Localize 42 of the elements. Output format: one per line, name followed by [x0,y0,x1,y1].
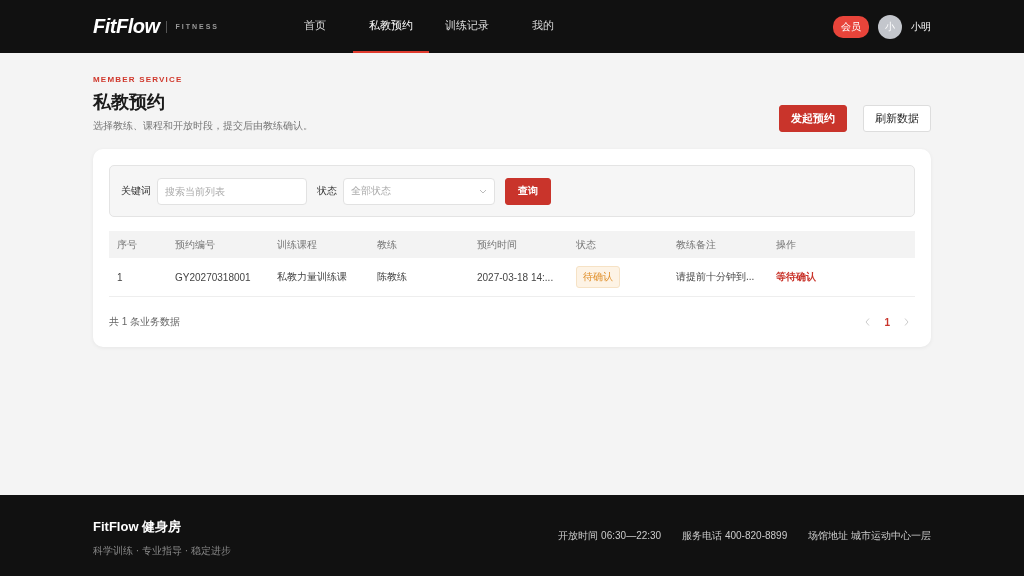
field-label: 状态 [317,184,337,198]
column-header: 状态 [575,237,596,252]
table-cell-text: 陈教练 [376,270,407,284]
query-button[interactable]: 查询 [505,177,551,205]
eyebrow-label: MEMBER SERVICE [93,75,184,84]
status-tag: 待确认 [576,266,620,288]
page-number[interactable]: 1 [884,316,890,328]
column-header: 训练课程 [276,237,317,252]
action-link[interactable]: 等待确认 [768,270,816,284]
chevron-right-icon[interactable] [904,318,909,326]
username[interactable]: 小明 [911,19,931,34]
column-header: 操作 [775,237,796,252]
refresh-button[interactable]: 刷新数据 [863,105,931,132]
nav-tab[interactable]: 训练记录 [429,0,506,53]
page-title: 私教预约 [93,91,166,114]
footer-tagline: 科学训练 · 专业指导 · 稳定进步 [93,543,231,558]
column-header: 教练备注 [675,237,716,252]
column-header: 预约时间 [476,237,517,252]
logo[interactable]: FitFlow [93,15,160,38]
footer-info: 服务电话 400-820-8899 [682,528,788,543]
table-cell-text: 2027-03-18 14:... [476,271,554,283]
column-header: 教练 [376,237,397,252]
table-cell-text: 私教力量训练课 [276,270,347,284]
footer-info: 开放时间 06:30—22:30 [558,528,662,543]
record-count: 共 1 条业务数据 [109,315,181,329]
table-cell-text: 1 [116,271,123,283]
chevron-left-icon[interactable] [865,318,871,326]
member-badge: 会员 [833,15,869,38]
column-header: 预约编号 [174,237,215,252]
nav-tab[interactable]: 我的 [505,0,582,53]
footer-brand: FitFlow 健身房 [93,517,183,536]
nav-tab[interactable]: 私教预约 [353,0,430,53]
column-header: 序号 [116,237,137,252]
table-cell-text: GY20270318001 [174,271,251,283]
create-button[interactable]: 发起预约 [779,105,847,132]
nav-tab[interactable]: 首页 [277,0,354,53]
search-field[interactable]: 搜索当前列表 [157,177,307,205]
table-cell-text: 请提前十分钟到... [675,270,755,284]
footer-info: 场馆地址 城市运动中心一层 [808,528,931,543]
page-subtitle: 选择教练、课程和开放时段，提交后由教练确认。 [93,119,313,133]
field-label: 关键词 [121,184,151,198]
chevron-down-icon [479,188,487,194]
